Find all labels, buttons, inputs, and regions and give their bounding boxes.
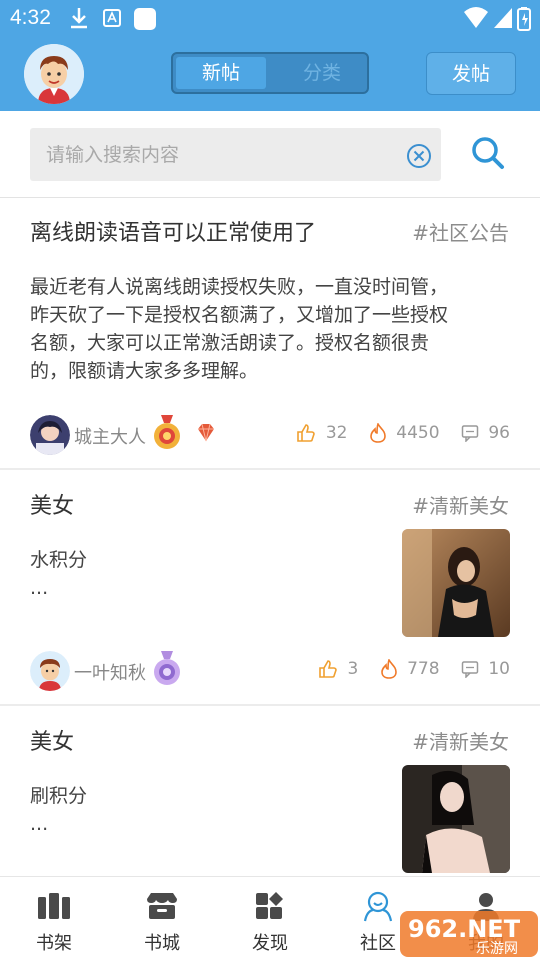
header-bar: 新帖 分类 发帖 (0, 36, 540, 111)
author-avatar[interactable] (30, 651, 70, 691)
author-name[interactable]: 一叶知秋 (74, 659, 146, 685)
site-watermark-logo: 962.NET 乐游网 (398, 905, 540, 960)
post-card[interactable]: 离线朗读语音可以正常使用了 #社区公告 最近老有人说离线朗读授权失败，一直没时间… (0, 197, 540, 470)
post-stats: 32 4450 96 (296, 422, 510, 443)
post-body-line: 昨天砍了一下是授权名额满了，又增加了一些授权 (30, 304, 449, 326)
comment-count: 10 (488, 659, 510, 679)
like-icon[interactable] (296, 423, 316, 443)
battery-icon (517, 7, 531, 31)
hot-count: 4450 (396, 423, 440, 443)
signal-icon (494, 8, 512, 28)
discover-icon (256, 892, 283, 919)
wifi-icon (464, 7, 488, 28)
post-body: 水积分 ... (30, 546, 87, 602)
photo-image (402, 765, 510, 873)
post-category-tag[interactable]: #清新美女 (412, 726, 509, 755)
bookstore-icon (147, 893, 177, 919)
tab-label: 发现 (252, 933, 288, 954)
post-stats: 3 778 10 (318, 658, 510, 679)
status-time: 4:32 (10, 6, 51, 29)
watermark-sub-text: 乐游网 (476, 941, 518, 957)
photo-image (402, 529, 510, 637)
comment-icon[interactable] (461, 424, 479, 443)
post-thumbnail-image[interactable] (402, 529, 510, 637)
post-body-line: ... (30, 813, 49, 835)
post-card[interactable]: 美女 #清新美女 刷积分 ... (0, 706, 540, 876)
post-body-line: 名额，大家可以正常激活朗读了。授权名额很贵 (30, 332, 430, 354)
post-title[interactable]: 美女 (30, 724, 74, 756)
medal-badge-icon (154, 651, 180, 685)
like-count: 3 (347, 659, 359, 679)
tab-bookstore[interactable]: 书城 (108, 877, 216, 961)
post-title[interactable]: 美女 (30, 488, 74, 520)
post-meta: 一叶知秋 (30, 651, 330, 691)
diamond-badge-icon (198, 423, 214, 442)
comment-icon[interactable] (461, 660, 479, 679)
tab-label: 书架 (36, 933, 72, 954)
new-post-button[interactable]: 发帖 (426, 52, 516, 95)
post-title[interactable]: 离线朗读语音可以正常使用了 (30, 215, 316, 247)
avatar-illustration (30, 651, 70, 691)
search-input[interactable] (30, 128, 441, 181)
post-category-tag[interactable]: #清新美女 (412, 490, 509, 519)
post-body-line: 最近老有人说离线朗读授权失败，一直没时间管， (30, 276, 449, 298)
bookshelf-icon (38, 893, 70, 919)
user-avatar[interactable] (24, 44, 84, 104)
watermark-logo: 962.NET 乐游网 (400, 911, 538, 957)
community-icon (363, 891, 393, 922)
download-icon (71, 8, 87, 29)
avatar-illustration (24, 44, 84, 104)
watermark-brand-text: 962.NET (408, 915, 521, 943)
post-body: 刷积分 ... (30, 782, 87, 838)
hot-flame-icon (380, 658, 397, 679)
like-count: 32 (325, 423, 348, 443)
search-bar (0, 111, 540, 198)
app-notification-icon (134, 8, 156, 30)
hot-count: 778 (407, 659, 440, 679)
post-body-line: ... (30, 577, 49, 599)
post-thumbnail-image[interactable] (402, 765, 510, 873)
hot-flame-icon (370, 422, 386, 443)
medal-badge-icon (154, 415, 180, 449)
post-body: 最近老有人说离线朗读授权失败，一直没时间管， 昨天砍了一下是授权名额满了，又增加… (30, 273, 448, 385)
tab-discover[interactable]: 发现 (216, 877, 324, 961)
tab-new-posts[interactable]: 新帖 (176, 57, 266, 89)
tab-bookshelf[interactable]: 书架 (0, 877, 108, 961)
comment-count: 96 (488, 423, 510, 443)
status-bar: 4:32 (0, 0, 540, 36)
post-type-segmented-control: 新帖 分类 (171, 52, 369, 94)
tab-label: 书城 (144, 933, 180, 954)
app-notification-icon (103, 9, 121, 27)
like-icon[interactable] (318, 659, 338, 679)
post-category-tag[interactable]: #社区公告 (412, 217, 509, 246)
post-body-line: 刷积分 (30, 785, 88, 807)
clear-search-icon[interactable] (406, 143, 432, 169)
post-card[interactable]: 美女 #清新美女 水积分 ... 一叶知秋 3 778 10 (0, 470, 540, 706)
search-icon[interactable] (470, 135, 506, 171)
author-name[interactable]: 城主大人 (74, 423, 146, 449)
avatar-illustration (30, 415, 70, 455)
tab-categories[interactable]: 分类 (279, 57, 365, 89)
post-body-line: 的，限额请大家多多理解。 (30, 360, 259, 382)
post-body-line: 水积分 (30, 549, 88, 571)
author-avatar[interactable] (30, 415, 70, 455)
